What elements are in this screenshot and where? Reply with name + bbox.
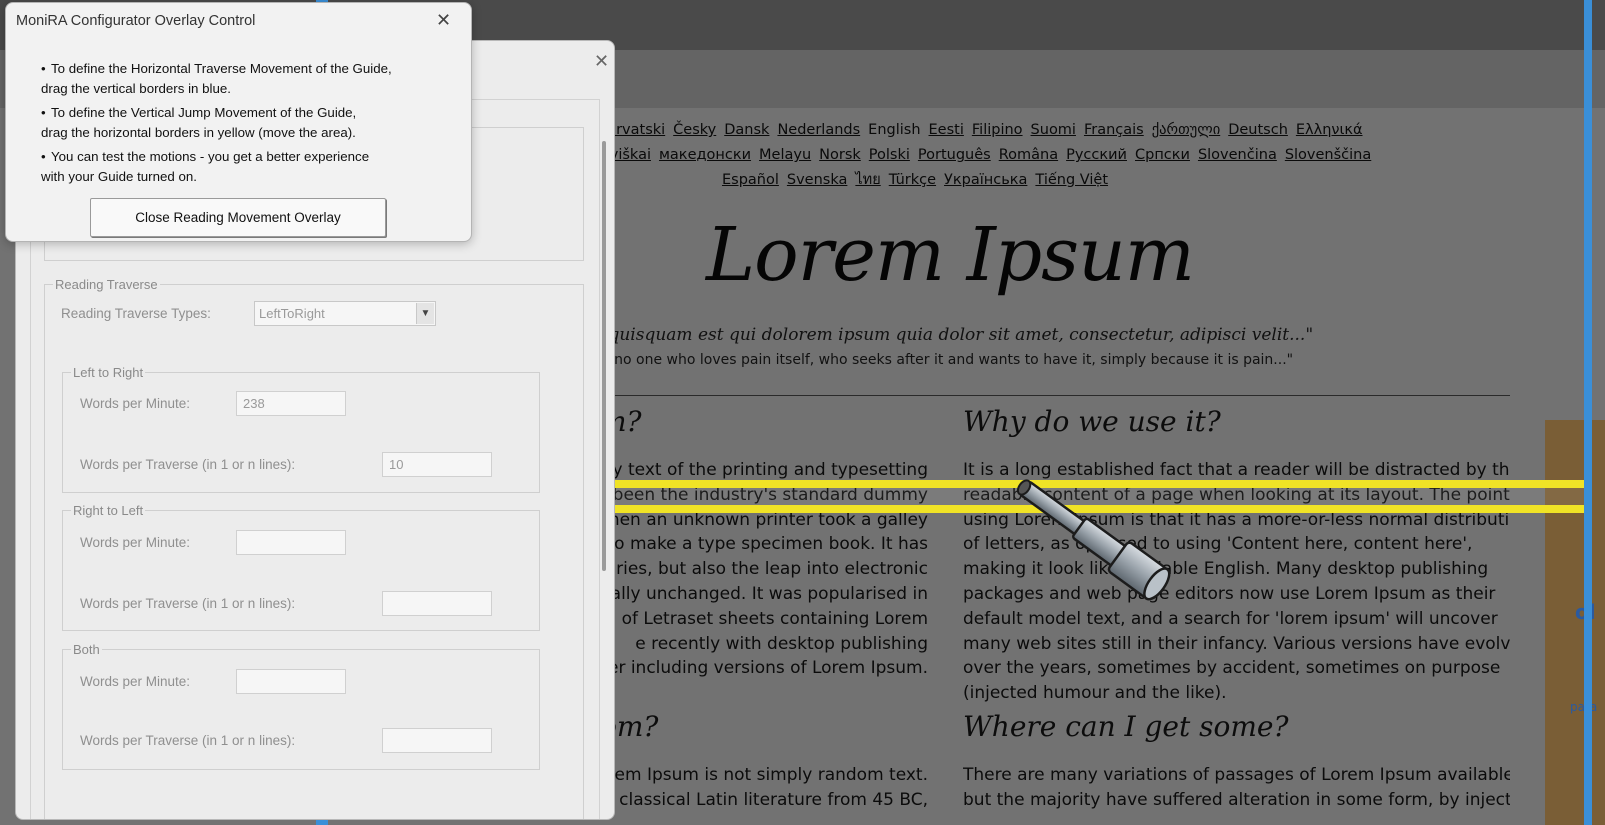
rtl-wpm-label: Words per Minute: [80,535,191,550]
right-paragraph-2: There are many variations of passages of… [963,763,1510,813]
text-line: over the years, sometimes by accident, s… [963,658,1501,679]
text-line: but the majority have suffered alteratio… [963,789,1510,810]
left-to-right-legend: Left to Right [73,365,144,380]
instruction-test: • You can test the motions - you get a b… [41,147,369,187]
bullet-icon: • [41,105,46,120]
instruction-line: You can test the motions - you get a bet… [51,149,370,164]
language-link[interactable]: Српски [1135,147,1190,163]
latin-quote: e porro quisquam est qui dolorem ipsum q… [540,325,1314,345]
close-reading-overlay-button[interactable]: Close Reading Movement Overlay [90,198,386,237]
traverse-types-label: Reading Traverse Types: [61,306,211,321]
rtl-wpt-label: Words per Traverse (in 1 or n lines): [80,596,296,611]
both-legend: Both [73,642,100,657]
language-link[interactable]: Nederlands [777,122,860,138]
language-link[interactable]: Melayu [759,147,811,163]
right-vertical-border[interactable] [1584,0,1592,825]
language-link[interactable]: Slovenščina [1285,147,1371,163]
instruction-line: with your Guide turned on. [41,169,197,184]
right-to-left-legend: Right to Left [73,503,144,518]
language-link[interactable]: Eesti [929,122,964,138]
chevron-down-icon[interactable]: ▼ [416,303,434,324]
divider [600,395,1510,396]
ltr-wpm-input[interactable]: 238 [236,391,346,416]
language-link[interactable]: Svenska [787,172,847,188]
language-link[interactable]: ქართული [1152,122,1220,138]
instruction-line: drag the vertical borders in blue. [41,81,231,96]
language-link[interactable]: Українська [944,172,1027,188]
both-wpm-label: Words per Minute: [80,674,191,689]
language-link[interactable]: Español [722,172,779,188]
text-line: (injected humour and the like). [963,683,1227,704]
page-title: Lorem Ipsum [706,212,1195,298]
rtl-wpt-input[interactable] [382,591,492,616]
language-link[interactable]: Româna [999,147,1058,163]
ltr-wpt-label: Words per Traverse (in 1 or n lines): [80,457,296,472]
language-link[interactable]: Tiếng Việt [1035,172,1108,188]
traverse-types-value: LeftToRight [259,306,325,321]
ltr-wpt-input[interactable]: 10 [382,452,492,477]
language-link[interactable]: македонски [659,147,751,163]
right-section-heading-1: Why do we use it? [963,405,1221,438]
language-link[interactable]: Português [918,147,991,163]
bullet-icon: • [41,149,46,164]
language-link[interactable]: Pусский [1066,147,1127,163]
config-scrollbar-thumb[interactable] [602,141,606,571]
both-wpt-input[interactable] [382,728,492,753]
language-link[interactable]: Suomi [1031,122,1076,138]
right-section-heading-2: Where can I get some? [963,710,1289,743]
language-link[interactable]: Türkçe [889,172,936,188]
language-link[interactable]: Deutsch [1228,122,1288,138]
bullet-icon: • [41,61,46,76]
instruction-horizontal: • To define the Horizontal Traverse Move… [41,59,392,99]
instruction-line: To define the Horizontal Traverse Moveme… [51,61,392,76]
language-link[interactable]: Filipino [972,122,1023,138]
ltr-wpm-label: Words per Minute: [80,396,191,411]
language-link[interactable]: Česky [673,122,716,138]
reading-traverse-legend: Reading Traverse [55,277,158,292]
language-link[interactable]: Polski [869,147,910,163]
both-wpm-input[interactable] [236,669,346,694]
language-link[interactable]: Slovenčina [1198,147,1277,163]
language-link[interactable]: Français [1084,122,1144,138]
config-close-icon[interactable]: ✕ [594,51,609,72]
text-line: There are many variations of passages of… [963,765,1510,785]
rtl-wpm-input[interactable] [236,530,346,555]
telescope-guide-icon[interactable] [1010,478,1200,638]
instruction-vertical: • To define the Vertical Jump Movement o… [41,103,356,143]
config-scrollbar[interactable] [601,101,611,819]
language-link[interactable]: Dansk [724,122,769,138]
traverse-types-select[interactable]: LeftToRight ▼ [254,301,436,326]
language-link[interactable]: Ελληνικά [1296,122,1363,138]
instruction-line: drag the horizontal borders in yellow (m… [41,125,356,140]
language-link[interactable]: ไทย [855,172,880,188]
dialog-title: MoniRA Configurator Overlay Control [16,13,256,29]
overlay-control-dialog: MoniRA Configurator Overlay Control ✕ • … [5,2,472,242]
language-link[interactable]: Norsk [819,147,861,163]
instruction-line: To define the Vertical Jump Movement of … [51,105,357,120]
english-quote: re is no one who loves pain itself, who … [580,352,1294,368]
both-wpt-label: Words per Traverse (in 1 or n lines): [80,733,296,748]
close-icon[interactable]: ✕ [436,10,451,31]
language-link: English [868,122,921,138]
